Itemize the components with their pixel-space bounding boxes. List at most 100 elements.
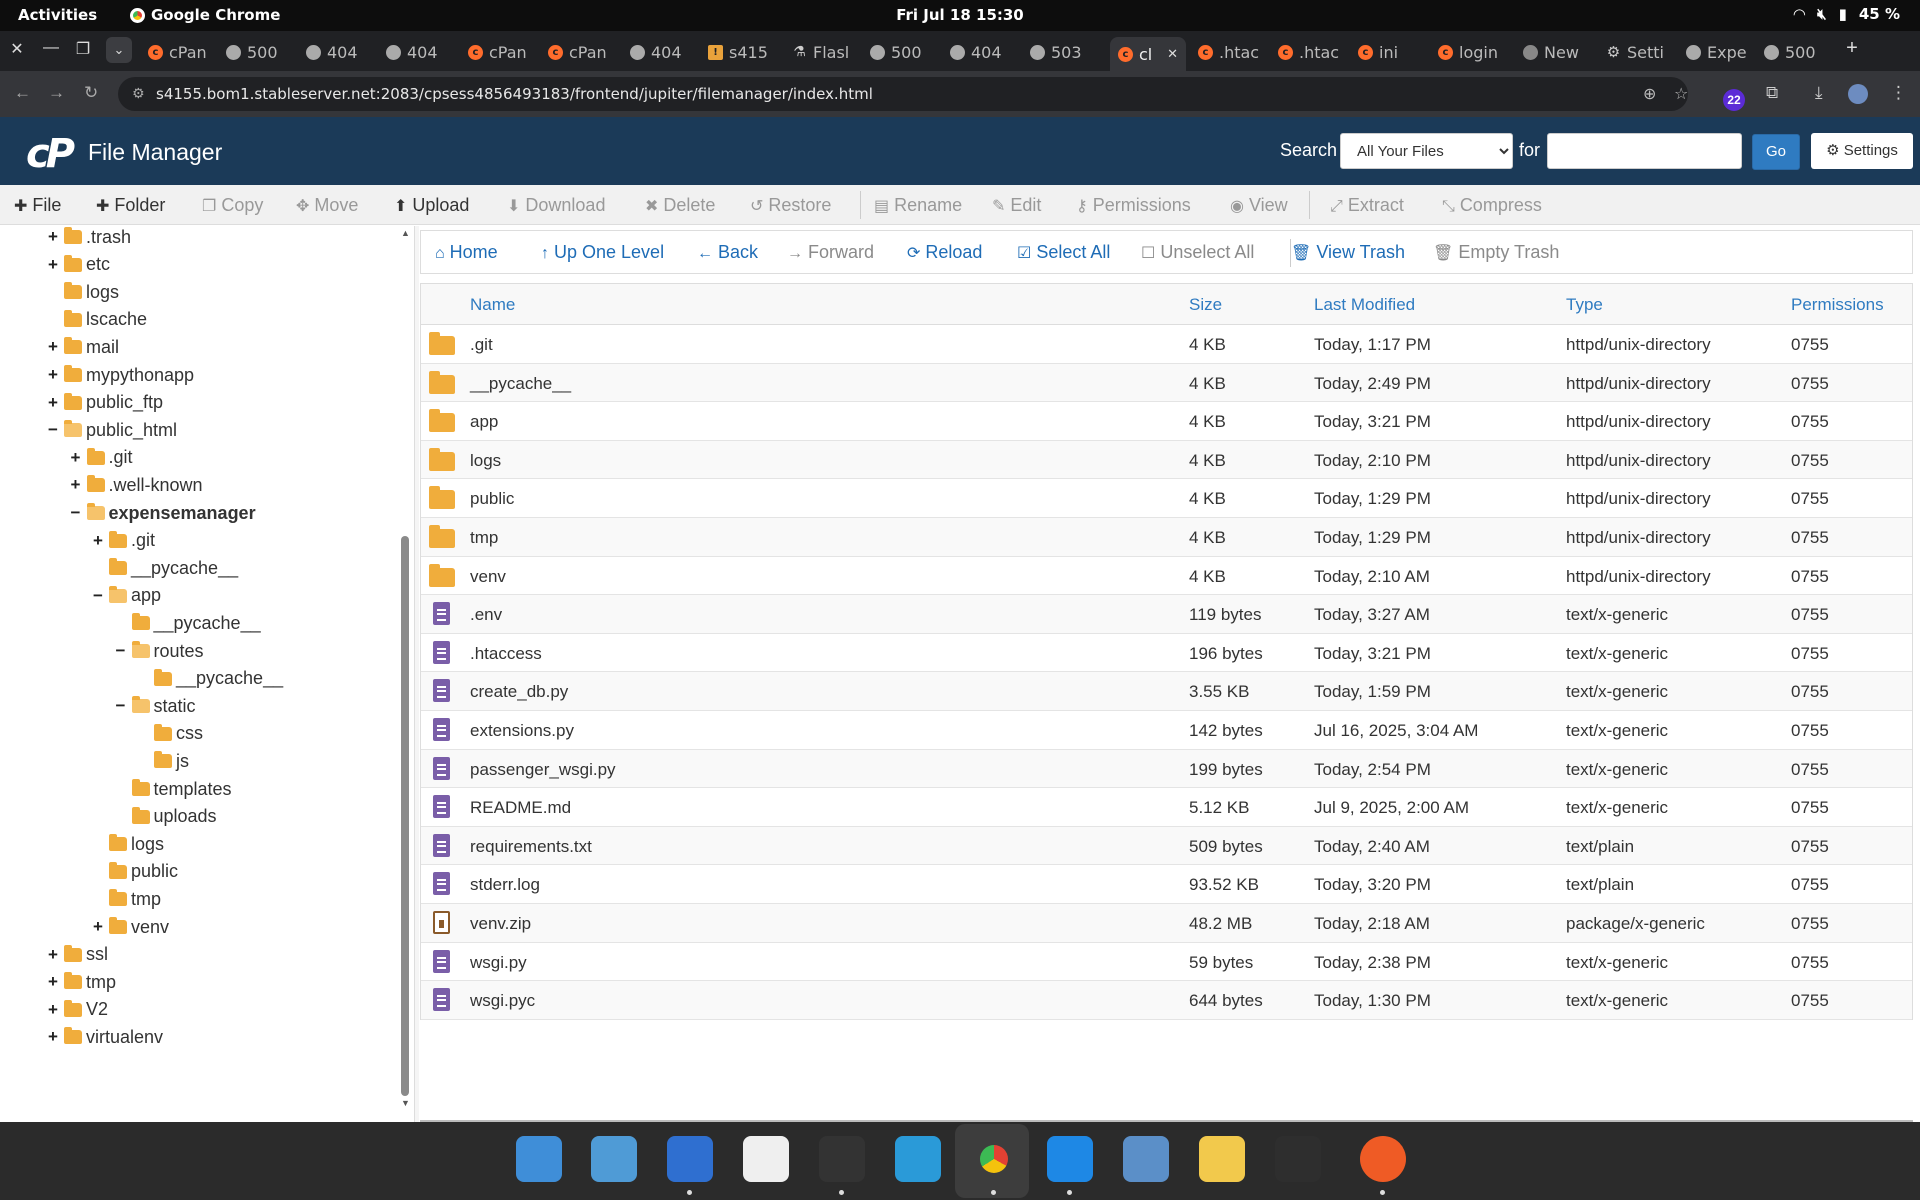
back-arrow-icon[interactable]: ← (14, 83, 31, 103)
table-row[interactable]: app 4 KB Today, 3:21 PM httpd/unix-director… (421, 402, 1912, 441)
delete-button[interactable]: ✖ Delete (645, 185, 715, 225)
tree-node[interactable]: js (136, 749, 189, 773)
tree-node[interactable]: __pycache__ (114, 611, 261, 635)
tree-node[interactable]: public (91, 860, 178, 884)
directory-tree[interactable]: + .trash + etc logs lscache + mail + mypythonapp +… (0, 226, 412, 1122)
table-row[interactable]: .htaccess 196 bytes Today, 3:21 PM text/x-g… (421, 633, 1912, 673)
tab-item[interactable]: 404 (378, 37, 456, 67)
gimp-icon[interactable] (743, 1136, 789, 1182)
expand-plus-icon[interactable]: + (69, 475, 83, 495)
tree-node[interactable]: + V2 (46, 998, 108, 1022)
tab-item[interactable]: Expe (1678, 37, 1752, 67)
column-size[interactable]: Size (1189, 295, 1222, 315)
tree-node[interactable]: + .git (69, 446, 133, 470)
tab-item[interactable]: c ini (1350, 37, 1426, 67)
tab-item[interactable]: 500 (1756, 37, 1832, 67)
expand-plus-icon[interactable]: + (91, 531, 105, 551)
permissions-button[interactable]: ⚷ Permissions (1076, 185, 1191, 225)
back-button[interactable]: ← Back (697, 231, 758, 273)
bookmark-star-icon[interactable]: ☆ (1674, 77, 1688, 111)
column-last-modified[interactable]: Last Modified (1314, 295, 1415, 315)
settings-button[interactable]: ⚙ Settings (1811, 133, 1913, 169)
tree-node[interactable]: − public_html (46, 418, 177, 442)
table-row[interactable]: .git 4 KB Today, 1:17 PM httpd/unix-directo… (421, 325, 1912, 364)
tree-node[interactable]: + mail (46, 335, 119, 359)
table-row[interactable]: public 4 KB Today, 1:29 PM httpd/unix-direc… (421, 479, 1912, 518)
tree-node[interactable]: + tmp (46, 970, 116, 994)
terminal-icon[interactable] (819, 1136, 865, 1182)
reload-button[interactable]: ⟳ Reload (907, 231, 982, 273)
expand-plus-icon[interactable]: + (46, 1027, 60, 1047)
close-tab-icon[interactable]: ✕ (1167, 47, 1178, 62)
close-window-icon[interactable]: ✕ (6, 39, 28, 59)
tree-node[interactable]: __pycache__ (136, 667, 283, 691)
scroll-down-arrow-icon[interactable]: ▼ (401, 1098, 410, 1108)
tab-item[interactable]: ! s415 (700, 37, 780, 67)
scroll-up-arrow-icon[interactable]: ▲ (401, 228, 410, 238)
table-row[interactable]: tmp 4 KB Today, 1:29 PM httpd/unix-director… (421, 517, 1912, 557)
tab-item[interactable]: c cPan (460, 37, 536, 67)
site-info-icon[interactable]: ⚙ (132, 77, 145, 111)
tree-node[interactable]: lscache (46, 308, 147, 332)
search-app-icon[interactable] (516, 1136, 562, 1182)
expand-plus-icon[interactable]: + (46, 945, 60, 965)
table-row[interactable]: __pycache__ 4 KB Today, 2:49 PM httpd/unix-… (421, 363, 1912, 403)
table-row[interactable]: requirements.txt 509 bytes Today, 2:40 AM t… (421, 826, 1912, 866)
chrome-menu-icon[interactable]: ⋮ (1890, 83, 1907, 103)
expand-plus-icon[interactable]: + (46, 972, 60, 992)
up-one-level-button[interactable]: ↑ Up One Level (541, 231, 664, 273)
activities-button[interactable]: Activities (18, 6, 97, 24)
unselect-all-button[interactable]: ☐ Unselect All (1141, 231, 1254, 273)
tab-item[interactable]: 500 (862, 37, 938, 67)
postgres-icon[interactable] (1123, 1136, 1169, 1182)
tree-node[interactable]: + ssl (46, 943, 108, 967)
upload-button[interactable]: ⬆ Upload (394, 185, 469, 225)
tab-item[interactable]: New (1515, 37, 1594, 67)
new-file-button[interactable]: ✚ File (14, 185, 61, 225)
expand-plus-icon[interactable]: + (46, 365, 60, 385)
new-folder-button[interactable]: ✚ Folder (96, 185, 165, 225)
expand-plus-icon[interactable]: + (46, 393, 60, 413)
column-permissions[interactable]: Permissions (1791, 295, 1884, 315)
table-row[interactable]: wsgi.py 59 bytes Today, 2:38 PM text/x-gene… (421, 942, 1912, 982)
app-menu[interactable]: Google Chrome (130, 6, 280, 24)
column-type[interactable]: Type (1566, 295, 1603, 315)
extensions-puzzle-icon[interactable]: ⧉ (1766, 83, 1778, 103)
table-row[interactable]: stderr.log 93.52 KB Today, 3:20 PM text/pla… (421, 865, 1912, 904)
downloads-icon[interactable]: ⤓ (1815, 83, 1823, 103)
system-monitor-icon[interactable] (1275, 1136, 1321, 1182)
tab-item[interactable]: 404 (942, 37, 1018, 67)
tree-node[interactable]: + virtualenv (46, 1025, 163, 1049)
expand-plus-icon[interactable]: + (69, 448, 83, 468)
reload-icon[interactable]: ↻ (84, 83, 98, 103)
rename-button[interactable]: ▤ Rename (874, 185, 962, 225)
tree-node[interactable]: templates (114, 777, 232, 801)
collapse-minus-icon[interactable]: − (91, 586, 105, 606)
app-grid-icon[interactable] (895, 1136, 941, 1182)
tab-item[interactable]: ⚗ Flasl (784, 37, 858, 67)
tab-item[interactable]: c cl ✕ (1110, 37, 1186, 71)
collapse-minus-icon[interactable]: − (69, 503, 83, 523)
tree-node[interactable]: uploads (114, 805, 217, 829)
copy-button[interactable]: ❐ Copy (202, 185, 263, 225)
tab-item[interactable]: 404 (298, 37, 374, 67)
tab-item[interactable]: c cPan (140, 37, 214, 67)
tab-item[interactable]: c login (1430, 37, 1511, 67)
table-row[interactable]: venv.zip 48.2 MB Today, 2:18 AM package/x-g… (421, 903, 1912, 943)
view-trash-button[interactable]: 🗑︎ View Trash (1291, 231, 1405, 273)
restore-button[interactable]: ↺ Restore (750, 185, 831, 225)
pane-splitter[interactable] (414, 226, 419, 1122)
extension-badge[interactable]: 22 (1723, 89, 1745, 111)
tree-node[interactable]: + mypythonapp (46, 363, 194, 387)
tree-node[interactable]: __pycache__ (91, 556, 238, 580)
tab-item[interactable]: 503 (1022, 37, 1106, 67)
tree-node[interactable]: − static (114, 694, 196, 718)
new-tab-icon[interactable]: + (1841, 37, 1863, 60)
tree-node[interactable]: − routes (114, 639, 204, 663)
zoom-icon[interactable]: ⊕ (1643, 77, 1656, 111)
table-row[interactable]: passenger_wsgi.py 199 bytes Today, 2:54 PM… (421, 749, 1912, 789)
tree-node[interactable]: − expensemanager (69, 501, 256, 525)
home-button[interactable]: ⌂ Home (435, 231, 498, 273)
tree-node[interactable]: + etc (46, 253, 110, 277)
move-button[interactable]: ✥ Move (296, 185, 358, 225)
